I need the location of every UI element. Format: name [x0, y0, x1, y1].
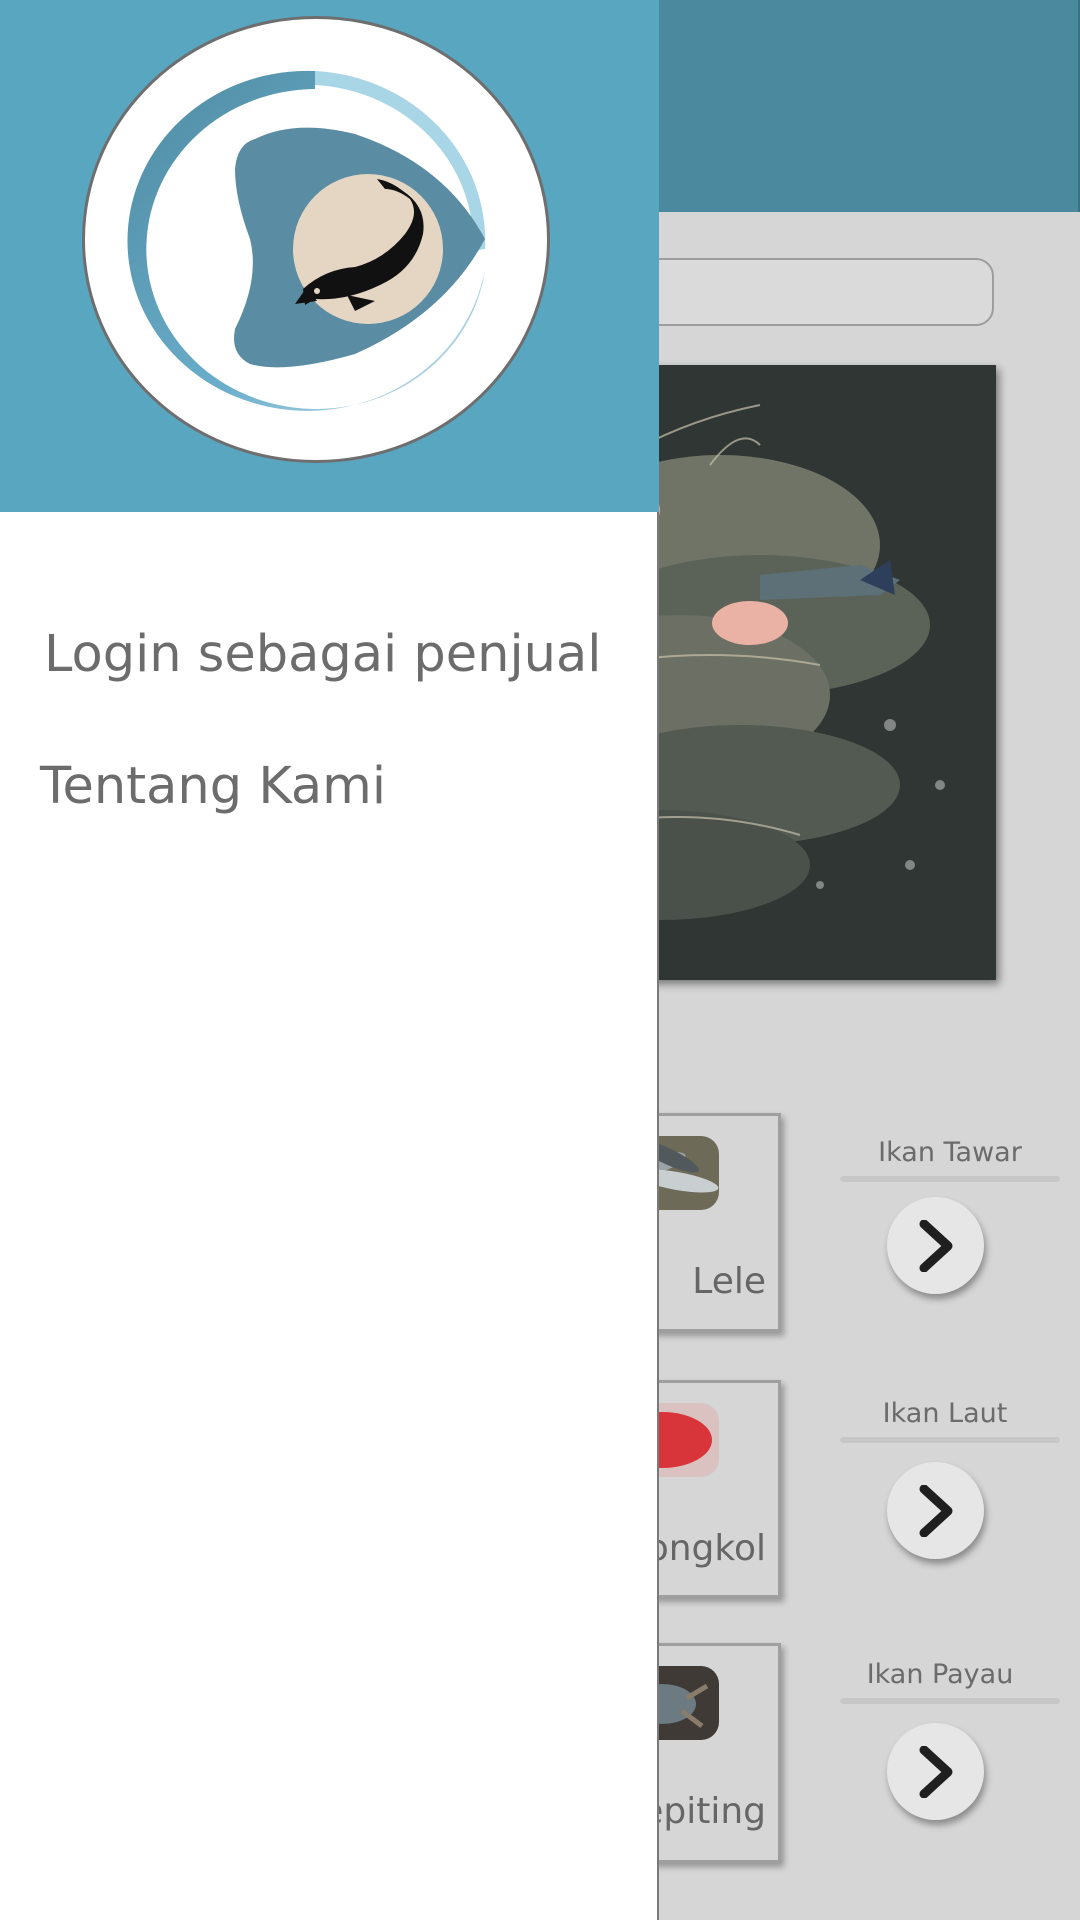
navigation-drawer: Login sebagai penjual Tentang Kami: [0, 0, 659, 1920]
category-next-button[interactable]: [887, 1462, 984, 1559]
category-ikan-laut: Ikan Laut: [840, 1398, 1060, 1559]
category-next-button[interactable]: [887, 1723, 984, 1820]
menu-item-about-us[interactable]: Tentang Kami: [40, 757, 386, 816]
chevron-right-icon: [919, 1745, 952, 1798]
category-title: Ikan Tawar: [878, 1137, 1022, 1168]
category-title: Ikan Payau: [866, 1659, 1014, 1690]
category-divider: [840, 1698, 1060, 1704]
drawer-header: [0, 0, 659, 512]
category-divider: [840, 1437, 1060, 1443]
menu-item-login-seller[interactable]: Login sebagai penjual: [44, 625, 601, 684]
category-title: Ikan Laut: [882, 1398, 1008, 1429]
app-screen: Lele ongkol epiting Ikan Tawar Ikan Laut…: [0, 0, 1080, 1920]
category-ikan-payau: Ikan Payau: [840, 1659, 1060, 1820]
category-divider: [840, 1176, 1060, 1182]
app-logo: [82, 16, 550, 463]
fish-logo-icon: [127, 70, 486, 411]
category-next-button[interactable]: [887, 1197, 984, 1294]
category-ikan-tawar: Ikan Tawar: [840, 1137, 1060, 1294]
chevron-right-icon: [919, 1219, 952, 1272]
chevron-right-icon: [919, 1484, 952, 1537]
